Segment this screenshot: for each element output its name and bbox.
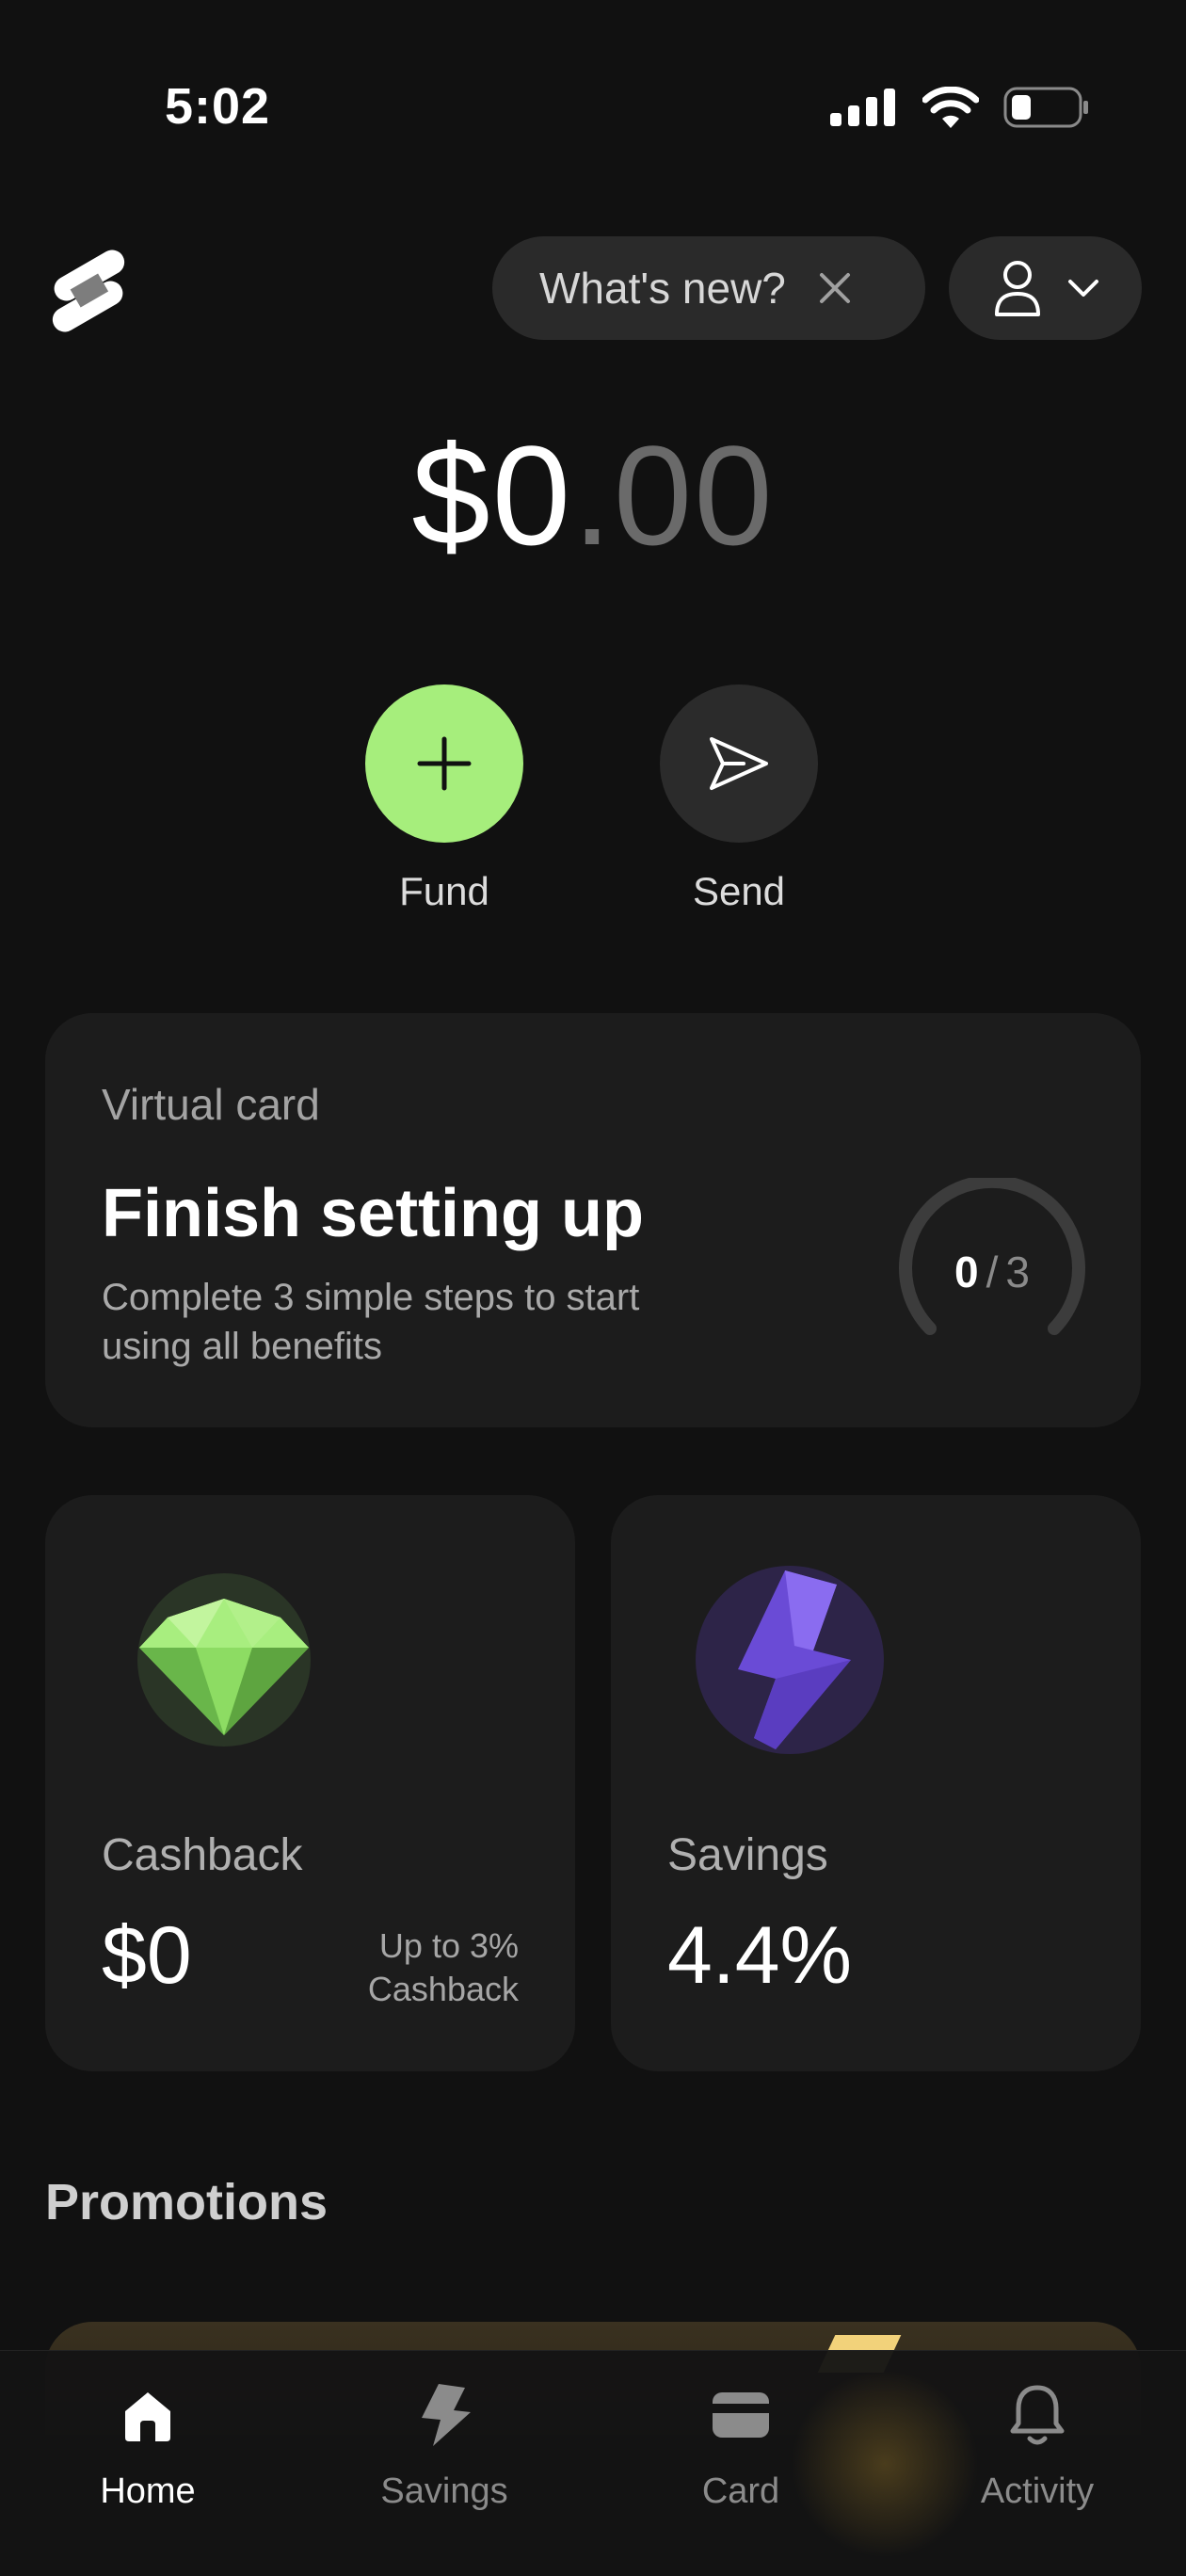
gem-icon [137,1573,311,1747]
send-action[interactable]: Send [659,684,819,914]
wifi-icon [922,87,979,128]
send-label: Send [692,869,786,913]
card-icon [713,2392,769,2438]
cashback-label: Cashback [102,1830,303,1880]
app-logo-icon [52,250,125,332]
whats-new-label: What's new? [539,264,786,313]
setup-progress-ring: 0 / 3 [898,1174,1086,1366]
progress-done: 0 [954,1248,979,1296]
tab-savings[interactable]: Savings [327,2377,562,2512]
user-icon [994,261,1040,316]
progress-text: 0 / 3 [898,1178,1086,1366]
fund-label: Fund [399,869,489,913]
plus-icon [417,736,472,791]
tab-activity-label: Activity [980,2471,1095,2511]
whats-new-pill[interactable]: What's new? [492,236,925,340]
cashback-value: $0 [102,1910,192,2001]
lightning-icon [696,1566,884,1754]
virtual-card-kicker: Virtual card [102,1080,320,1129]
cashback-note-line1: Up to 3% [378,1926,519,1965]
fund-action[interactable]: Fund [364,684,524,914]
balance-dot: . [572,416,614,574]
savings-label: Savings [667,1830,828,1880]
savings-rate: 4.4% [667,1910,853,2001]
battery-icon [1003,87,1088,128]
virtual-card-title: Finish setting up [102,1176,644,1251]
tab-card-label: Card [701,2471,780,2511]
cashback-card[interactable]: Cashback $0 Up to 3% Cashback [45,1495,575,2071]
balance-cents: 00 [613,416,775,574]
send-button[interactable] [660,684,818,843]
home-icon [125,2392,170,2441]
fund-button[interactable] [365,684,523,843]
cashback-note-line2: Cashback [367,1970,519,2008]
cashback-note: Up to 3% Cashback [368,1924,519,2011]
balance-amount: $0.00 [0,414,1186,577]
virtual-card-setup[interactable]: Virtual card Finish setting up Complete … [45,1013,1141,1427]
bottom-tab-bar: Home Savings Card Activity [0,2350,1186,2576]
profile-button[interactable] [949,236,1142,340]
send-icon [710,737,768,790]
status-time: 5:02 [165,78,271,135]
savings-card[interactable]: Savings 4.4% [611,1495,1141,2071]
virtual-card-description: Complete 3 simple steps to start using a… [102,1277,640,1367]
promotions-title: Promotions [45,2174,329,2230]
lightning-icon [422,2384,471,2446]
chevron-down-icon [1067,280,1098,297]
balance-dollars: $0 [411,416,573,574]
tab-home[interactable]: Home [30,2377,265,2512]
signal-icon [830,89,895,126]
status-icons [830,85,1090,130]
progress-total: 3 [1005,1248,1030,1296]
close-icon[interactable] [814,267,856,309]
bell-icon [1010,2385,1065,2445]
progress-separator: / [986,1248,999,1296]
tab-activity[interactable]: Activity [920,2377,1155,2512]
tab-home-label: Home [100,2471,196,2511]
tab-card[interactable]: Card [623,2377,858,2512]
tab-savings-label: Savings [380,2471,508,2511]
